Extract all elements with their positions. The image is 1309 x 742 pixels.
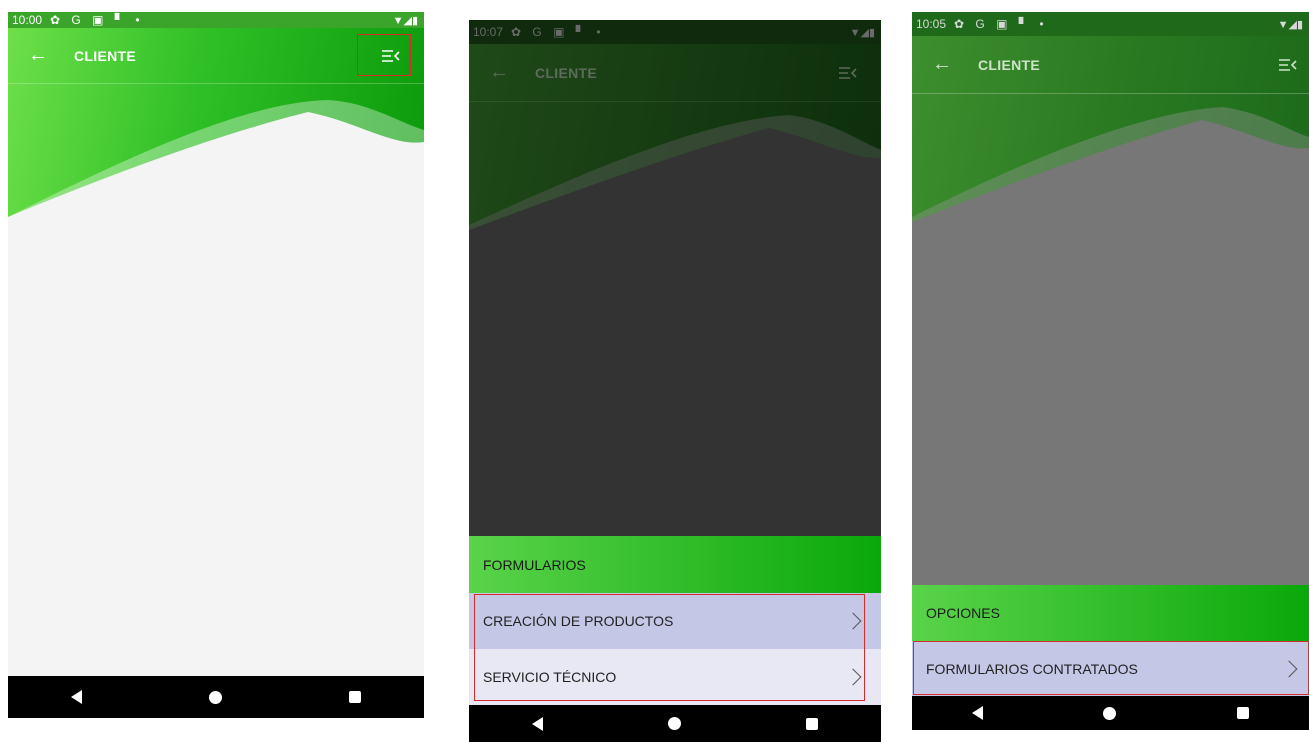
signal-battery-icon: ▼◢▮: [392, 14, 418, 27]
menu-collapse-icon: [382, 49, 400, 62]
page-title: CLIENTE: [978, 56, 1040, 73]
status-icons: ✿ G ▣ ▘ •: [511, 25, 605, 39]
header-wave: [8, 100, 424, 242]
status-bar: 10:05 ✿ G ▣ ▘ • ▼◢▮: [912, 12, 1309, 36]
triangle-back-icon[interactable]: [531, 716, 543, 731]
phone-screen-3: 10:05 ✿ G ▣ ▘ • ▼◢▮ ← CLIENTE OPCIONES F…: [912, 12, 1309, 730]
list-item-formularios-contratados[interactable]: FORMULARIOS CONTRATADOS: [912, 641, 1309, 696]
status-time: 10:00: [12, 13, 43, 27]
chevron-right-icon: [1280, 660, 1298, 677]
arrow-left-icon[interactable]: ←: [489, 61, 511, 84]
sheet-header-label: FORMULARIOS: [483, 556, 586, 573]
square-recent-icon[interactable]: [806, 717, 819, 730]
status-icons: ✿ G ▣ ▘ •: [50, 13, 144, 27]
menu-collapse-icon: [1279, 58, 1297, 71]
chevron-right-icon: [844, 668, 862, 686]
signal-battery-icon: ▼◢▮: [1277, 18, 1303, 31]
triangle-back-icon[interactable]: [71, 690, 83, 704]
header-wave: [912, 107, 1309, 242]
signal-battery-icon: ▼◢▮: [849, 26, 875, 39]
header-wave: [469, 115, 881, 260]
page-title: CLIENTE: [535, 64, 597, 81]
status-icons: ✿ G ▣ ▘ •: [954, 17, 1048, 31]
list-item-servicio-tecnico[interactable]: SERVICIO TÉCNICO: [469, 649, 881, 705]
circle-home-icon[interactable]: [1103, 706, 1117, 720]
list-item-creacion-productos[interactable]: CREACIÓN DE PRODUCTOS: [469, 593, 881, 649]
list-item-label: FORMULARIOS CONTRATADOS: [926, 660, 1138, 677]
status-time: 10:05: [916, 17, 947, 31]
sheet-header-label: OPCIONES: [926, 605, 1000, 621]
status-bar: 10:07 ✿ G ▣ ▘ • ▼◢▮: [469, 20, 881, 44]
system-nav-bar: [469, 705, 881, 742]
sheet-header: OPCIONES: [912, 585, 1309, 641]
phone-screen-2: 10:07 ✿ G ▣ ▘ • ▼◢▮ ← CLIENTE FORMULARIO…: [469, 20, 881, 742]
menu-collapse-button[interactable]: [376, 43, 406, 69]
list-item-label: CREACIÓN DE PRODUCTOS: [483, 613, 674, 629]
square-recent-icon[interactable]: [348, 691, 361, 703]
system-nav-bar: [912, 696, 1309, 730]
circle-home-icon[interactable]: [208, 690, 222, 704]
menu-collapse-button[interactable]: [1273, 52, 1303, 78]
system-nav-bar: [8, 676, 424, 718]
list-item-label: SERVICIO TÉCNICO: [483, 669, 617, 685]
arrow-left-icon[interactable]: ←: [932, 53, 954, 76]
app-bar: ← CLIENTE: [912, 36, 1309, 94]
chevron-right-icon: [844, 612, 862, 630]
app-bar: ← CLIENTE: [469, 44, 881, 102]
menu-collapse-icon: [839, 66, 857, 79]
phone-screen-1: 10:00 ✿ G ▣ ▘ • ▼◢▮ ← CLIENTE: [8, 12, 424, 718]
status-time: 10:07: [473, 25, 504, 39]
square-recent-icon[interactable]: [1236, 707, 1249, 719]
status-bar: 10:00 ✿ G ▣ ▘ • ▼◢▮: [8, 12, 424, 28]
page-title: CLIENTE: [74, 47, 136, 64]
app-bar: ← CLIENTE: [8, 28, 424, 84]
arrow-left-icon[interactable]: ←: [28, 44, 50, 67]
menu-collapse-button[interactable]: [833, 60, 863, 86]
triangle-back-icon[interactable]: [972, 706, 984, 720]
sheet-header: FORMULARIOS: [469, 536, 881, 593]
circle-home-icon[interactable]: [667, 717, 681, 730]
